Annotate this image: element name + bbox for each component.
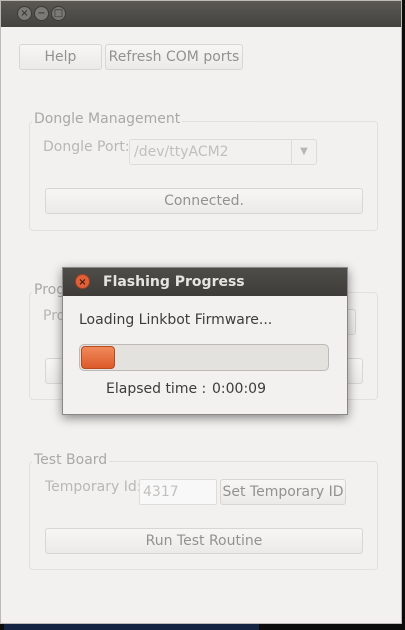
temporary-id-label: Temporary Id: <box>45 479 142 495</box>
elapsed-time-value: 0:00:09 <box>212 381 266 397</box>
help-button[interactable]: Help <box>19 44 102 70</box>
maximize-window-icon[interactable]: □ <box>51 6 66 21</box>
minimize-window-icon[interactable]: − <box>34 6 49 21</box>
close-icon[interactable]: × <box>75 274 90 289</box>
dongle-port-label: Dongle Port: <box>43 139 130 155</box>
dialog-titlebar: × Flashing Progress <box>63 268 347 296</box>
flash-progress-bar <box>79 344 329 371</box>
close-window-icon[interactable]: × <box>17 6 32 21</box>
dongle-management-title: Dongle Management <box>32 111 183 127</box>
background-strip <box>4 624 259 630</box>
dongle-port-select[interactable]: /dev/ttyACM2 ▼ <box>129 139 317 165</box>
dongle-management-group <box>29 121 378 231</box>
elapsed-time-label: Elapsed time : <box>106 381 207 397</box>
chevron-down-icon[interactable]: ▼ <box>291 140 316 164</box>
refresh-com-ports-button[interactable]: Refresh COM ports <box>105 44 243 70</box>
temporary-id-input[interactable]: 4317 <box>139 479 217 505</box>
flashing-progress-dialog: × Flashing Progress Loading Linkbot Firm… <box>62 267 348 415</box>
dongle-port-value: /dev/ttyACM2 <box>134 144 229 160</box>
set-temporary-id-button[interactable]: Set Temporary ID <box>220 479 346 505</box>
connected-status-button[interactable]: Connected. <box>45 188 363 214</box>
test-board-title: Test Board <box>32 452 110 468</box>
window-titlebar: × − □ <box>1 1 401 27</box>
dialog-message: Loading Linkbot Firmware... <box>79 312 273 328</box>
dialog-title: Flashing Progress <box>103 274 245 290</box>
run-test-routine-button[interactable]: Run Test Routine <box>45 528 363 554</box>
progress-fill <box>81 346 115 369</box>
